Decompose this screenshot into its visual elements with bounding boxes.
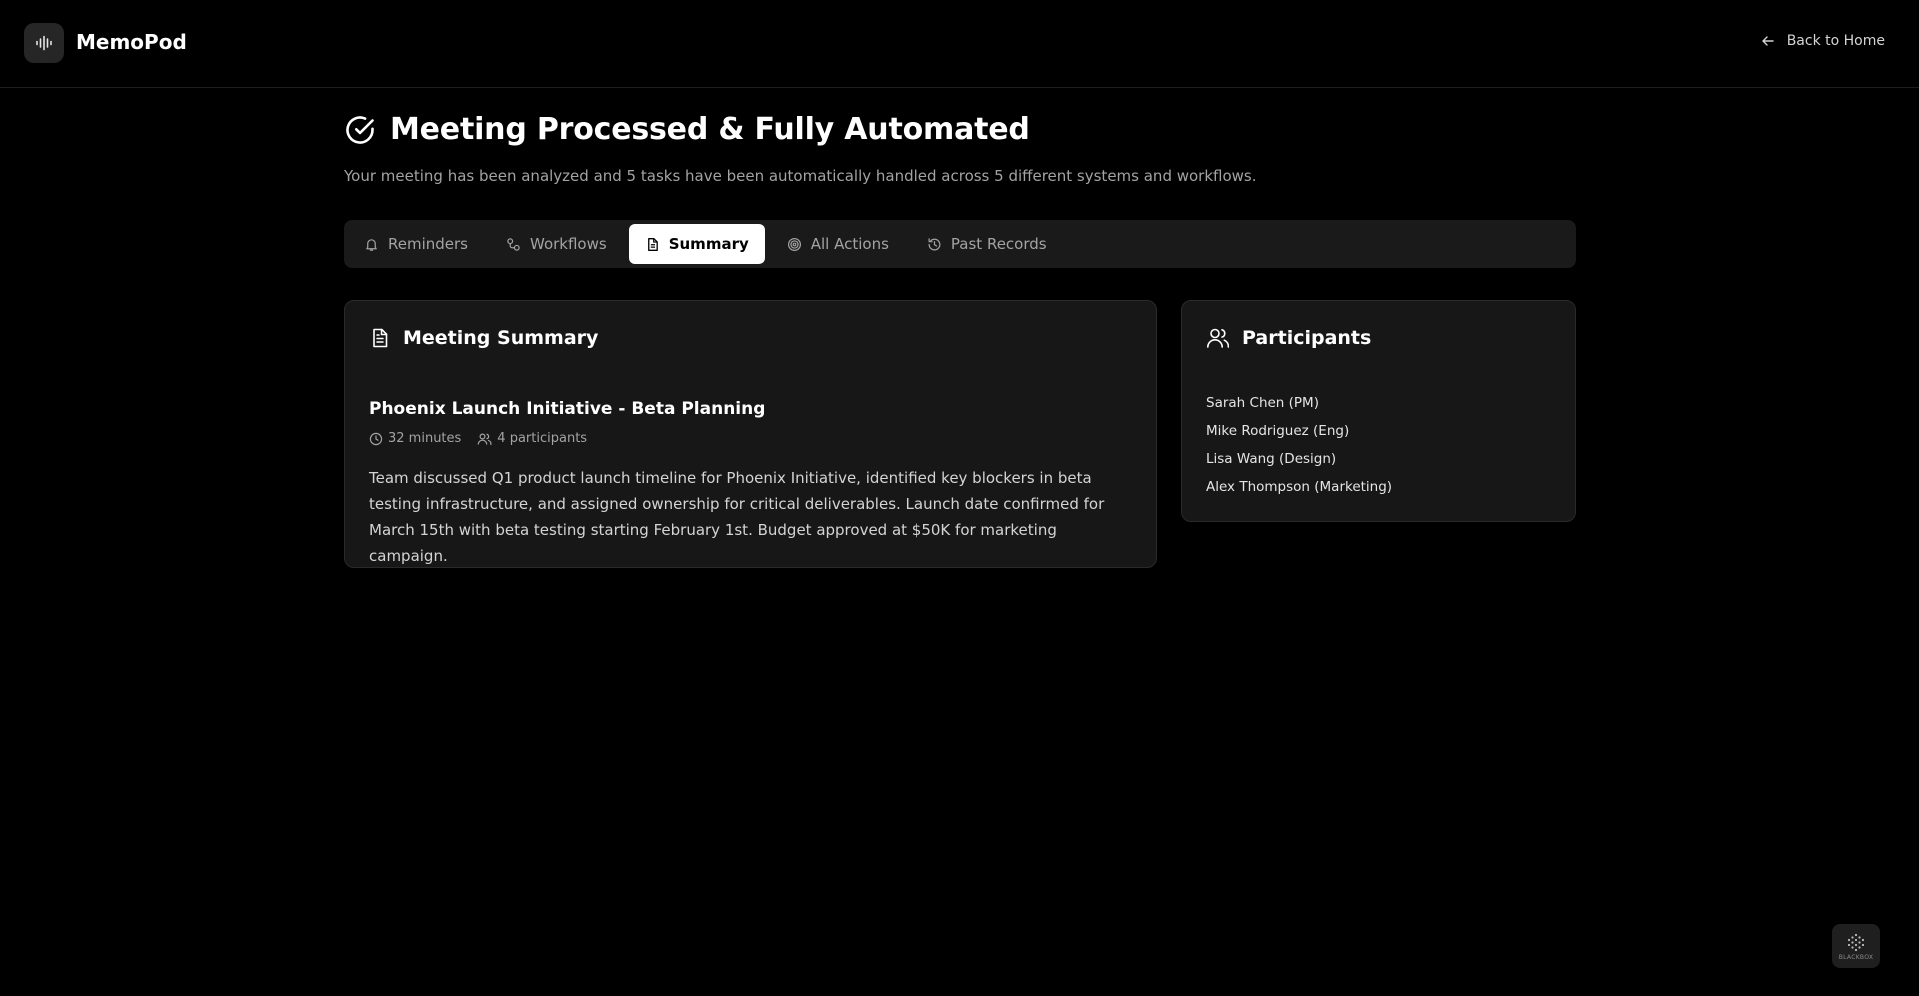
history-icon (928, 237, 941, 250)
check-circle-icon (346, 115, 374, 144)
page-title: Meeting Processed & Fully Automated (390, 112, 1030, 147)
participants-list: Sarah Chen (PM) Mike Rodriguez (Eng) Lis… (1206, 393, 1392, 505)
users-icon (1207, 328, 1230, 348)
participants-heading: Participants (1242, 327, 1372, 349)
participants-count-text: 4 participants (497, 431, 588, 446)
badge-label: BLACKBOX (1838, 953, 1874, 961)
arrow-left-icon (1762, 36, 1774, 46)
meeting-summary-heading: Meeting Summary (403, 327, 599, 349)
tab-summary[interactable]: Summary (628, 224, 765, 264)
tab-past-records[interactable]: Past Records (911, 224, 1063, 264)
file-text-icon (647, 237, 658, 251)
app-logo[interactable] (24, 23, 64, 63)
workflow-icon (507, 237, 520, 251)
blackbox-badge[interactable]: BLACKBOX (1832, 924, 1880, 968)
meeting-summary-card: Meeting Summary Phoenix Launch Initiativ… (344, 300, 1157, 568)
app-name: MemoPod (76, 30, 187, 54)
cube-dots-icon (1847, 933, 1865, 951)
tab-label: Workflows (530, 235, 607, 253)
summary-text: Team discussed Q1 product launch timelin… (369, 469, 1105, 565)
meeting-meta: 32 minutes 4 participants (369, 431, 587, 446)
tab-label: Summary (668, 235, 749, 253)
duration-text: 32 minutes (388, 431, 462, 446)
bell-icon (366, 238, 377, 251)
back-to-home-link[interactable]: Back to Home (1761, 33, 1885, 49)
tab-label: Past Records (950, 235, 1047, 253)
participant-item: Lisa Wang (Design) (1206, 451, 1337, 467)
tab-workflows[interactable]: Workflows (490, 224, 623, 264)
meeting-summary-header: Meeting Summary (369, 327, 598, 349)
tab-label: Reminders (388, 235, 468, 253)
tab-label: All Actions (810, 235, 889, 253)
tab-reminders[interactable]: Reminders (348, 224, 484, 264)
participants-meta: 4 participants (477, 431, 587, 446)
back-to-home-label: Back to Home (1786, 33, 1885, 49)
participant-item: Alex Thompson (Marketing) (1206, 479, 1393, 495)
top-bar: MemoPod Back to Home (0, 0, 1919, 88)
duration-meta: 32 minutes (369, 431, 461, 446)
file-text-icon (373, 328, 388, 348)
clock-icon (369, 432, 383, 445)
meeting-title: Phoenix Launch Initiative - Beta Plannin… (369, 399, 766, 419)
tab-bar: Reminders Workflows Summary All Actions … (344, 220, 1576, 268)
page-header: Meeting Processed & Fully Automated (344, 112, 1030, 147)
tab-all-actions[interactable]: All Actions (771, 224, 905, 264)
users-icon (477, 432, 492, 445)
audio-waveform-icon (36, 35, 52, 51)
page-subtitle: Your meeting has been analyzed and 5 tas… (344, 167, 1257, 185)
participants-card: Participants Sarah Chen (PM) Mike Rodrig… (1181, 300, 1576, 522)
participants-header: Participants (1206, 327, 1371, 349)
target-icon (787, 237, 801, 251)
participant-item: Mike Rodriguez (Eng) (1206, 423, 1350, 439)
participant-item: Sarah Chen (PM) (1206, 395, 1319, 411)
